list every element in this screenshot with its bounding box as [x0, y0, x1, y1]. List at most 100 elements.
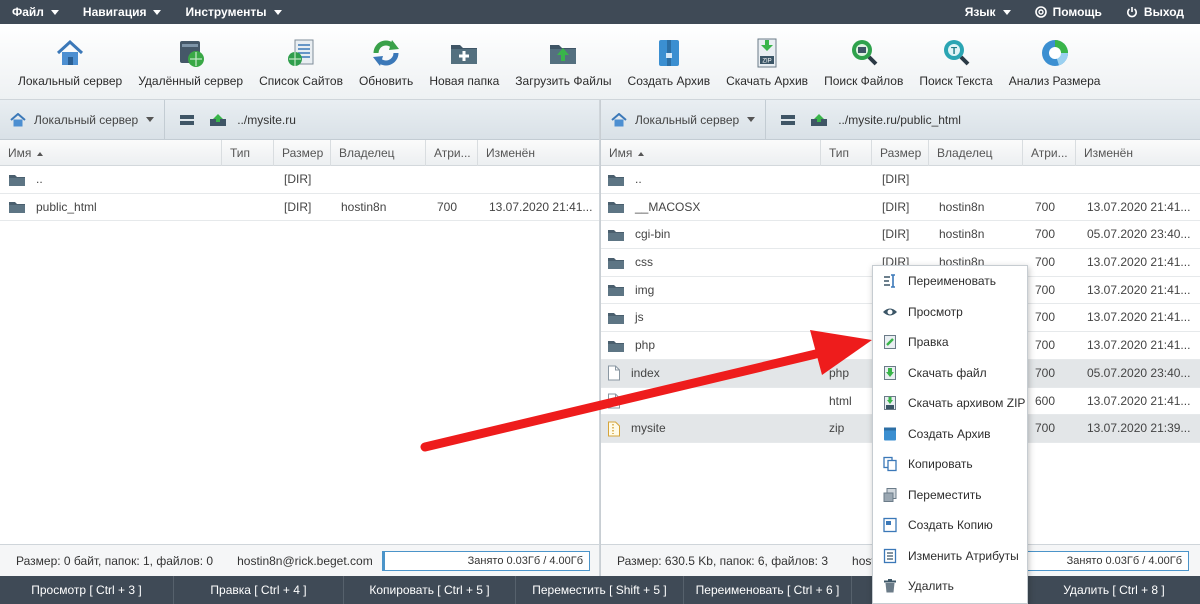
cell-type: html [829, 393, 852, 408]
top-menu-bar: Файл Навигация Инструменты Язык Помощь В… [0, 0, 1200, 24]
action-copy-button[interactable]: Копировать [ Ctrl + 5 ] [344, 576, 516, 604]
context-copy-item[interactable]: Копировать [873, 449, 1027, 480]
right-server-select[interactable]: Локальный сервер [611, 100, 767, 140]
column-attrs-header[interactable]: Атри... [1022, 140, 1075, 166]
toolbar-download-archive-button[interactable]: ZIP Скачать Архив [718, 24, 816, 88]
context-edit-item[interactable]: Правка [873, 327, 1027, 358]
right-table-header: Имя Тип Размер Владелец Атри... Изменён [601, 140, 1200, 166]
cell-name: mysite [607, 415, 825, 442]
toolbar-label: Скачать Архив [726, 74, 809, 88]
right-up-folder-button[interactable] [810, 113, 828, 127]
context-delete-item[interactable]: Удалить [873, 571, 1027, 602]
toolbar-create-archive-button[interactable]: Создать Архив [620, 24, 719, 88]
menu-file[interactable]: Файл [0, 0, 71, 24]
menu-help-label: Помощь [1052, 5, 1102, 19]
cell-owner: hostin8n [341, 199, 387, 214]
cell-name: public_html [8, 194, 224, 221]
trash-icon [884, 579, 896, 593]
context-view-item[interactable]: Просмотр [873, 297, 1027, 328]
toolbar-local-server-button[interactable]: Локальный сервер [10, 24, 130, 88]
context-download-zip-item[interactable]: Скачать архивом ZIP [873, 388, 1027, 419]
toolbar-search-text-button[interactable]: T Поиск Текста [911, 24, 1000, 88]
edit-icon [884, 335, 896, 350]
table-row[interactable]: .. [DIR] [0, 166, 599, 194]
cell-size: [DIR] [882, 199, 910, 214]
column-modified-header[interactable]: Изменён [477, 140, 599, 166]
chevron-down-icon [747, 117, 756, 122]
column-owner-header[interactable]: Владелец [928, 140, 1022, 166]
toolbar-search-files-button[interactable]: Поиск Файлов [816, 24, 911, 88]
chevron-down-icon [153, 9, 162, 15]
toolbar-refresh-button[interactable]: Обновить [351, 24, 421, 88]
column-name-header[interactable]: Имя [0, 140, 221, 166]
chevron-down-icon [146, 117, 155, 122]
column-size-header[interactable]: Размер [871, 140, 928, 166]
quota-text: Занято 0.03Гб / 4.00Гб [1066, 555, 1182, 567]
table-row[interactable]: cgi-bin [DIR] hostin8n 700 05.07.2020 23:40.… [601, 221, 1200, 250]
cell-owner: hostin8n [939, 199, 985, 214]
column-name-label: Имя [8, 146, 32, 160]
folder-icon [608, 312, 624, 324]
toolbar-new-folder-button[interactable]: Новая папка [421, 24, 507, 88]
menu-logout[interactable]: Выход [1114, 0, 1200, 24]
toolbar-upload-button[interactable]: Загрузить Файлы [507, 24, 619, 88]
left-drive-button[interactable] [179, 113, 195, 127]
table-row[interactable]: .. [DIR] [601, 166, 1200, 194]
action-view-button[interactable]: Просмотр [ Ctrl + 3 ] [0, 576, 174, 604]
toolbar-remote-server-button[interactable]: Удалённый сервер [130, 24, 251, 88]
cell-size: [DIR] [882, 172, 910, 186]
drive-icon [781, 114, 796, 125]
table-row[interactable]: public_html [DIR] hostin8n 700 13.07.2020 21… [0, 194, 599, 222]
menu-tools[interactable]: Инструменты [173, 0, 293, 24]
context-download-file-item[interactable]: Скачать файл [873, 358, 1027, 389]
toolbar-sites-list-button[interactable]: Список Сайтов [251, 24, 351, 88]
action-edit-button[interactable]: Правка [ Ctrl + 4 ] [174, 576, 344, 604]
remote-server-icon [174, 36, 208, 70]
help-icon [1034, 6, 1047, 18]
action-move-button[interactable]: Переместить [ Shift + 5 ] [516, 576, 684, 604]
context-item-label: Скачать файл [908, 365, 987, 380]
context-duplicate-item[interactable]: Создать Копию [873, 510, 1027, 541]
context-rename-item[interactable]: Переименовать [873, 266, 1027, 297]
action-rename-button[interactable]: Переименовать [ Ctrl + 6 ] [684, 576, 852, 604]
right-drive-button[interactable] [780, 113, 796, 127]
context-item-label: Переименовать [908, 274, 996, 289]
file-icon [608, 393, 620, 409]
column-type-header[interactable]: Тип [820, 140, 871, 166]
folder-icon [9, 174, 25, 186]
context-create-archive-item[interactable]: Создать Архив [873, 419, 1027, 450]
toolbar-size-analysis-button[interactable]: Анализ Размера [1001, 24, 1109, 88]
toolbar-label: Поиск Файлов [824, 74, 904, 88]
left-up-folder-button[interactable] [209, 113, 227, 127]
context-attributes-item[interactable]: Изменить Атрибуты [873, 541, 1027, 572]
chevron-down-icon [50, 9, 59, 15]
refresh-icon [369, 36, 403, 70]
menu-help[interactable]: Помощь [1023, 0, 1114, 24]
column-size-header[interactable]: Размер [273, 140, 330, 166]
context-move-item[interactable]: Переместить [873, 480, 1027, 511]
cell-modified: 13.07.2020 21:39... [1087, 421, 1191, 436]
context-item-label: Копировать [908, 457, 973, 472]
eye-icon [883, 308, 897, 316]
column-attrs-header[interactable]: Атри... [425, 140, 477, 166]
column-name-header[interactable]: Имя [601, 140, 820, 166]
menu-navigation[interactable]: Навигация [71, 0, 174, 24]
column-modified-header[interactable]: Изменён [1075, 140, 1200, 166]
quota-fill [383, 552, 385, 570]
file-name: public_html [36, 199, 97, 214]
cell-owner: hostin8n [939, 227, 985, 242]
download-archive-icon: ZIP [750, 36, 784, 70]
cell-modified: 05.07.2020 23:40... [1087, 227, 1191, 242]
column-owner-header[interactable]: Владелец [330, 140, 425, 166]
home-icon [10, 112, 26, 126]
action-delete-button[interactable]: Удалить [ Ctrl + 8 ] [1028, 576, 1200, 604]
column-name-label: Имя [609, 146, 633, 160]
menu-language-label: Язык [964, 5, 996, 19]
menu-language[interactable]: Язык [953, 0, 1023, 24]
column-type-header[interactable]: Тип [221, 140, 273, 166]
table-row[interactable]: __MACOSX [DIR] hostin8n 700 13.07.2020 21:41… [601, 194, 1200, 222]
cell-name: index [607, 360, 825, 387]
left-server-select[interactable]: Локальный сервер [10, 100, 166, 140]
svg-text:T: T [951, 46, 957, 57]
left-server-label: Локальный сервер [34, 112, 139, 127]
